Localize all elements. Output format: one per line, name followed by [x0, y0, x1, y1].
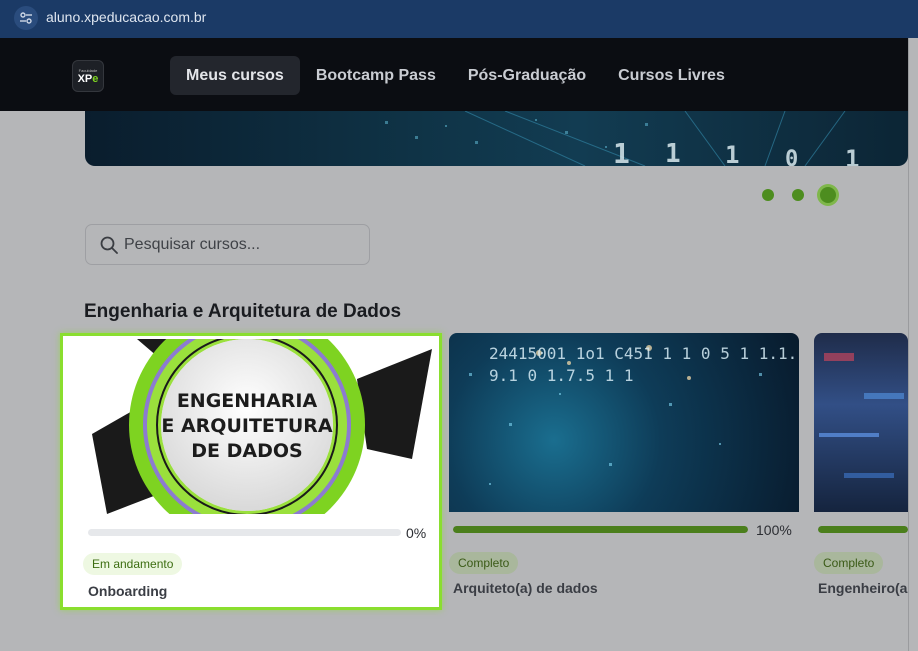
- progress-bar: [453, 526, 748, 533]
- xp-logo[interactable]: Faculdade XPe: [72, 60, 104, 92]
- banner-digit: 0: [785, 147, 799, 166]
- nav-pos-graduacao[interactable]: Pós-Graduação: [452, 56, 602, 95]
- progress-bar: [818, 526, 908, 533]
- seal-text: ENGENHARIA E ARQUITETURA DE DADOS: [161, 390, 333, 462]
- url-text[interactable]: aluno.xpeducacao.com.br: [46, 9, 206, 25]
- thumb-digits: 24415001 1o1 C451 1 1 0 5 1 1.1.9.1 0 1.…: [489, 344, 798, 385]
- status-badge: Completo: [814, 552, 884, 574]
- progress-fill: [818, 526, 908, 533]
- progress-fill: [453, 526, 748, 533]
- course-title: Arquiteto(a) de dados: [453, 580, 598, 596]
- course-thumbnail: [814, 333, 908, 512]
- arrow-annotation-icon: [8, 581, 88, 651]
- nav-meus-cursos[interactable]: Meus cursos: [170, 56, 300, 95]
- carousel-dot-2[interactable]: [792, 189, 804, 201]
- course-title: Onboarding: [88, 583, 168, 599]
- search-box: [85, 224, 370, 265]
- search-input[interactable]: [124, 225, 364, 264]
- banner-digit: 1: [725, 141, 740, 166]
- scrollbar-edge: [908, 38, 918, 651]
- course-card-engenheiro[interactable]: Completo Engenheiro(a: [814, 333, 908, 610]
- tech-graphic: [819, 353, 904, 478]
- site-header: Faculdade XPe Meus cursos Bootcamp Pass …: [0, 38, 908, 111]
- carousel-banner[interactable]: 1 1 1 0 1: [85, 111, 908, 166]
- status-badge: Completo: [449, 552, 519, 574]
- browser-address-bar: aluno.xpeducacao.com.br: [0, 0, 918, 38]
- search-icon: [100, 236, 118, 259]
- course-card-onboarding[interactable]: ENGENHARIA E ARQUITETURA DE DADOS 0% Em …: [60, 333, 442, 610]
- course-title: Engenheiro(a: [818, 580, 908, 596]
- logo-text: XPe: [77, 72, 99, 85]
- nav-bootcamp-pass[interactable]: Bootcamp Pass: [300, 56, 452, 95]
- tune-icon[interactable]: [14, 6, 38, 30]
- banner-digit: 1: [845, 145, 860, 166]
- progress-label: 0%: [406, 525, 427, 541]
- banner-digit: 1: [665, 139, 681, 166]
- progress-label: 100%: [756, 522, 792, 538]
- main-content: 1 1 1 0 1 Engenharia e Arquitetura de Da…: [0, 111, 908, 651]
- carousel-dot-3[interactable]: [820, 187, 836, 203]
- nav-cursos-livres[interactable]: Cursos Livres: [602, 56, 741, 95]
- course-thumbnail: ENGENHARIA E ARQUITETURA DE DADOS: [67, 339, 438, 514]
- progress-bar: [88, 529, 401, 536]
- carousel-dot-1[interactable]: [762, 189, 774, 201]
- main-nav: Meus cursos Bootcamp Pass Pós-Graduação …: [170, 56, 741, 95]
- section-title: Engenharia e Arquitetura de Dados: [84, 301, 402, 322]
- status-badge: Em andamento: [83, 553, 183, 575]
- carousel-dots: [762, 187, 854, 203]
- banner-digit: 1: [613, 137, 630, 166]
- course-thumbnail: 24415001 1o1 C451 1 1 0 5 1 1.1.9.1 0 1.…: [449, 333, 799, 512]
- course-card-arquiteto[interactable]: 24415001 1o1 C451 1 1 0 5 1 1.1.9.1 0 1.…: [449, 333, 799, 610]
